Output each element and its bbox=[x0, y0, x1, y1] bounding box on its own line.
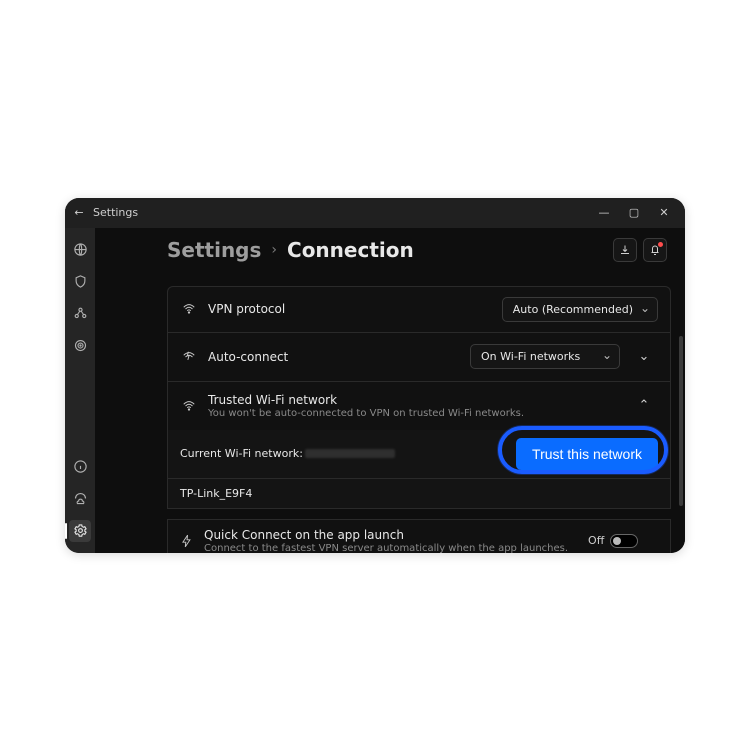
pair-icon[interactable] bbox=[69, 303, 91, 325]
toggle-label: Off bbox=[588, 534, 604, 547]
shield-icon[interactable] bbox=[69, 271, 91, 293]
download-button[interactable] bbox=[613, 238, 637, 262]
bolt-icon bbox=[180, 534, 194, 548]
trusted-wifi-collapse[interactable]: ⌃ bbox=[630, 392, 658, 420]
content-area: Settings › Connection VPN protocol bbox=[95, 228, 685, 553]
chevron-right-icon: › bbox=[271, 242, 277, 258]
sidebar bbox=[65, 228, 95, 553]
current-network-row: Current Wi-Fi network: Trust this networ… bbox=[167, 430, 671, 479]
maximize-button[interactable]: ▢ bbox=[619, 198, 649, 228]
trusted-wifi-label: Trusted Wi-Fi network bbox=[208, 393, 524, 407]
page-title: Connection bbox=[287, 238, 414, 262]
quick-connect-row: Quick Connect on the app launch Connect … bbox=[167, 519, 671, 553]
breadcrumb: Settings › Connection bbox=[167, 238, 414, 262]
vpn-protocol-label: VPN protocol bbox=[208, 302, 285, 316]
auto-connect-label: Auto-connect bbox=[208, 350, 288, 364]
back-button[interactable]: ← bbox=[71, 206, 87, 219]
close-button[interactable]: ✕ bbox=[649, 198, 679, 228]
trusted-network-name: TP-Link_E9F4 bbox=[180, 487, 252, 500]
trust-network-button[interactable]: Trust this network bbox=[516, 438, 658, 470]
minimize-button[interactable]: — bbox=[589, 198, 619, 228]
current-network-value bbox=[305, 449, 395, 458]
scrollbar[interactable] bbox=[679, 336, 683, 506]
auto-connect-select[interactable]: On Wi-Fi networks bbox=[470, 344, 620, 369]
quick-connect-toggle[interactable]: Off bbox=[588, 534, 638, 548]
auto-connect-row: Auto-connect On Wi-Fi networks ⌄ bbox=[167, 332, 671, 381]
app-window: ← Settings — ▢ ✕ bbox=[65, 198, 685, 553]
vpn-icon bbox=[180, 302, 198, 316]
quick-connect-label: Quick Connect on the app launch bbox=[204, 528, 568, 542]
header-row: Settings › Connection bbox=[95, 228, 685, 266]
security-icon[interactable] bbox=[69, 488, 91, 510]
auto-connect-icon bbox=[180, 350, 198, 364]
breadcrumb-root[interactable]: Settings bbox=[167, 238, 261, 262]
settings-panel: VPN protocol Auto (Recommended) Auto-con… bbox=[167, 286, 671, 553]
trusted-network-item[interactable]: TP-Link_E9F4 bbox=[167, 479, 671, 509]
current-network-label: Current Wi-Fi network: bbox=[180, 447, 303, 460]
titlebar: ← Settings — ▢ ✕ bbox=[65, 198, 685, 228]
target-icon[interactable] bbox=[69, 335, 91, 357]
vpn-protocol-row: VPN protocol Auto (Recommended) bbox=[167, 286, 671, 332]
notifications-button[interactable] bbox=[643, 238, 667, 262]
vpn-protocol-select[interactable]: Auto (Recommended) bbox=[502, 297, 658, 322]
auto-connect-expand[interactable]: ⌄ bbox=[630, 343, 658, 371]
window-title: Settings bbox=[93, 206, 138, 219]
trusted-wifi-row: Trusted Wi-Fi network You won't be auto-… bbox=[167, 381, 671, 430]
wifi-icon bbox=[180, 399, 198, 413]
gear-icon[interactable] bbox=[69, 520, 91, 542]
trusted-wifi-sub: You won't be auto-connected to VPN on tr… bbox=[208, 408, 524, 419]
info-icon[interactable] bbox=[69, 456, 91, 478]
quick-connect-sub: Connect to the fastest VPN server automa… bbox=[204, 543, 568, 553]
globe-icon[interactable] bbox=[69, 239, 91, 261]
